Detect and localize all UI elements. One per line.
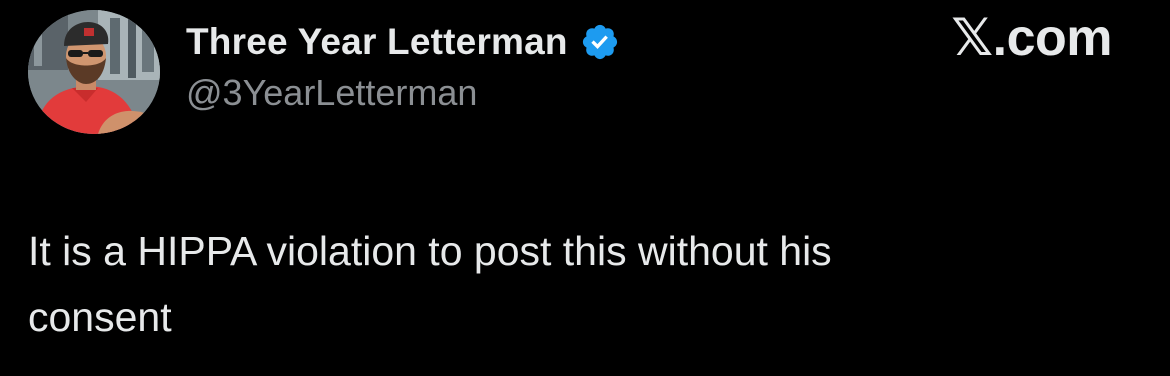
author-name-row: Three Year Letterman <box>186 14 620 70</box>
x-com-site-label: 𝕏.com <box>951 9 1112 67</box>
verified-badge-icon <box>580 22 620 62</box>
author-display-name[interactable]: Three Year Letterman <box>186 21 568 63</box>
tweet-body-text: It is a HIPPA violation to post this wit… <box>28 228 832 340</box>
author-handle[interactable]: @3YearLetterman <box>186 72 477 114</box>
avatar-photo-image <box>28 10 160 134</box>
tweet-card: Three Year Letterman @3YearLetterman 𝕏.c… <box>0 0 1170 376</box>
author-avatar[interactable] <box>28 10 160 134</box>
